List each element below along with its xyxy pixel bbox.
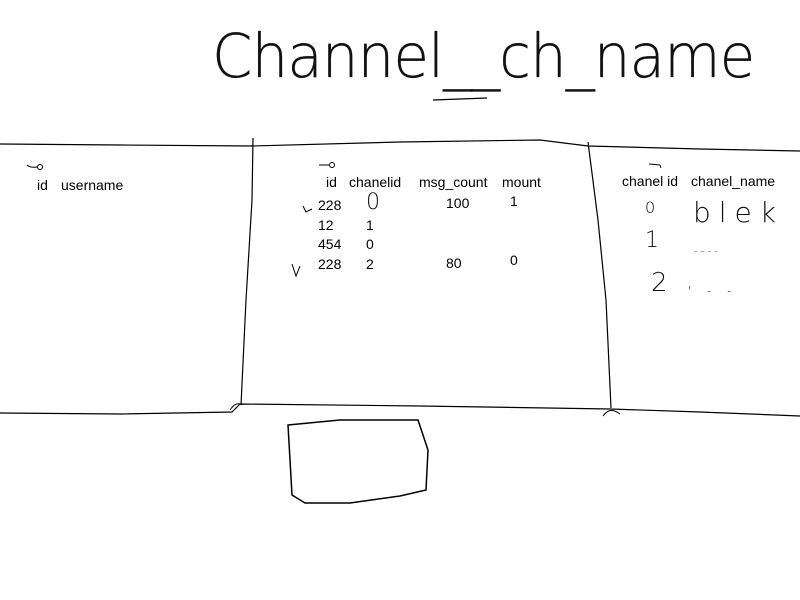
top-border-line — [0, 139, 800, 152]
cell-chanelid: 1 — [366, 217, 374, 233]
column-header-username: username — [61, 177, 124, 193]
cell-id: 12 — [318, 217, 334, 233]
cell-chanel-name: blek — [693, 196, 784, 229]
check-mark — [291, 263, 301, 278]
title-underscore — [432, 97, 488, 101]
cell-id: 228 — [318, 256, 342, 272]
cell-chanelid: 0 — [366, 190, 380, 215]
cell-chanelid: 0 — [366, 236, 374, 252]
cell-chanel-id: 0 — [645, 198, 656, 217]
cell-msg-count: 100 — [446, 195, 470, 211]
cell-mount: 0 — [510, 252, 518, 268]
check-mark — [302, 205, 313, 213]
column-header-msg-count: msg_count — [419, 174, 488, 190]
divider-corner-mark — [602, 410, 621, 417]
key-icon — [648, 163, 662, 169]
column-header-id: id — [326, 174, 337, 190]
cell-id: 454 — [318, 236, 342, 252]
page-title: Channel__ch_name — [212, 20, 755, 92]
cell-id: 228 — [318, 197, 342, 213]
sketch-box — [287, 419, 429, 504]
cell-chanelid: 2 — [366, 256, 374, 272]
cell-msg-count: 80 — [446, 255, 462, 271]
divider-left — [240, 137, 254, 406]
key-icon — [26, 164, 43, 170]
column-header-chanelid: chanelid — [349, 174, 402, 190]
column-header-mount: mount — [502, 174, 541, 190]
key-icon — [319, 162, 335, 168]
cell-chanel-id: 2 — [651, 268, 668, 298]
cell-chanel-id: 1 — [645, 228, 659, 253]
cell-chanel-name: - - - - — [694, 246, 718, 257]
divider-right — [587, 141, 612, 409]
cell-chanel-name: ' - - — [688, 284, 738, 298]
column-header-chanel-id: chanel id — [622, 173, 679, 189]
cell-mount: 1 — [510, 193, 518, 209]
bottom-border-line — [0, 403, 800, 417]
divider-corner-mark — [229, 403, 243, 411]
column-header-chanel-name: chanel_name — [691, 173, 776, 189]
column-header-id: id — [37, 177, 48, 193]
